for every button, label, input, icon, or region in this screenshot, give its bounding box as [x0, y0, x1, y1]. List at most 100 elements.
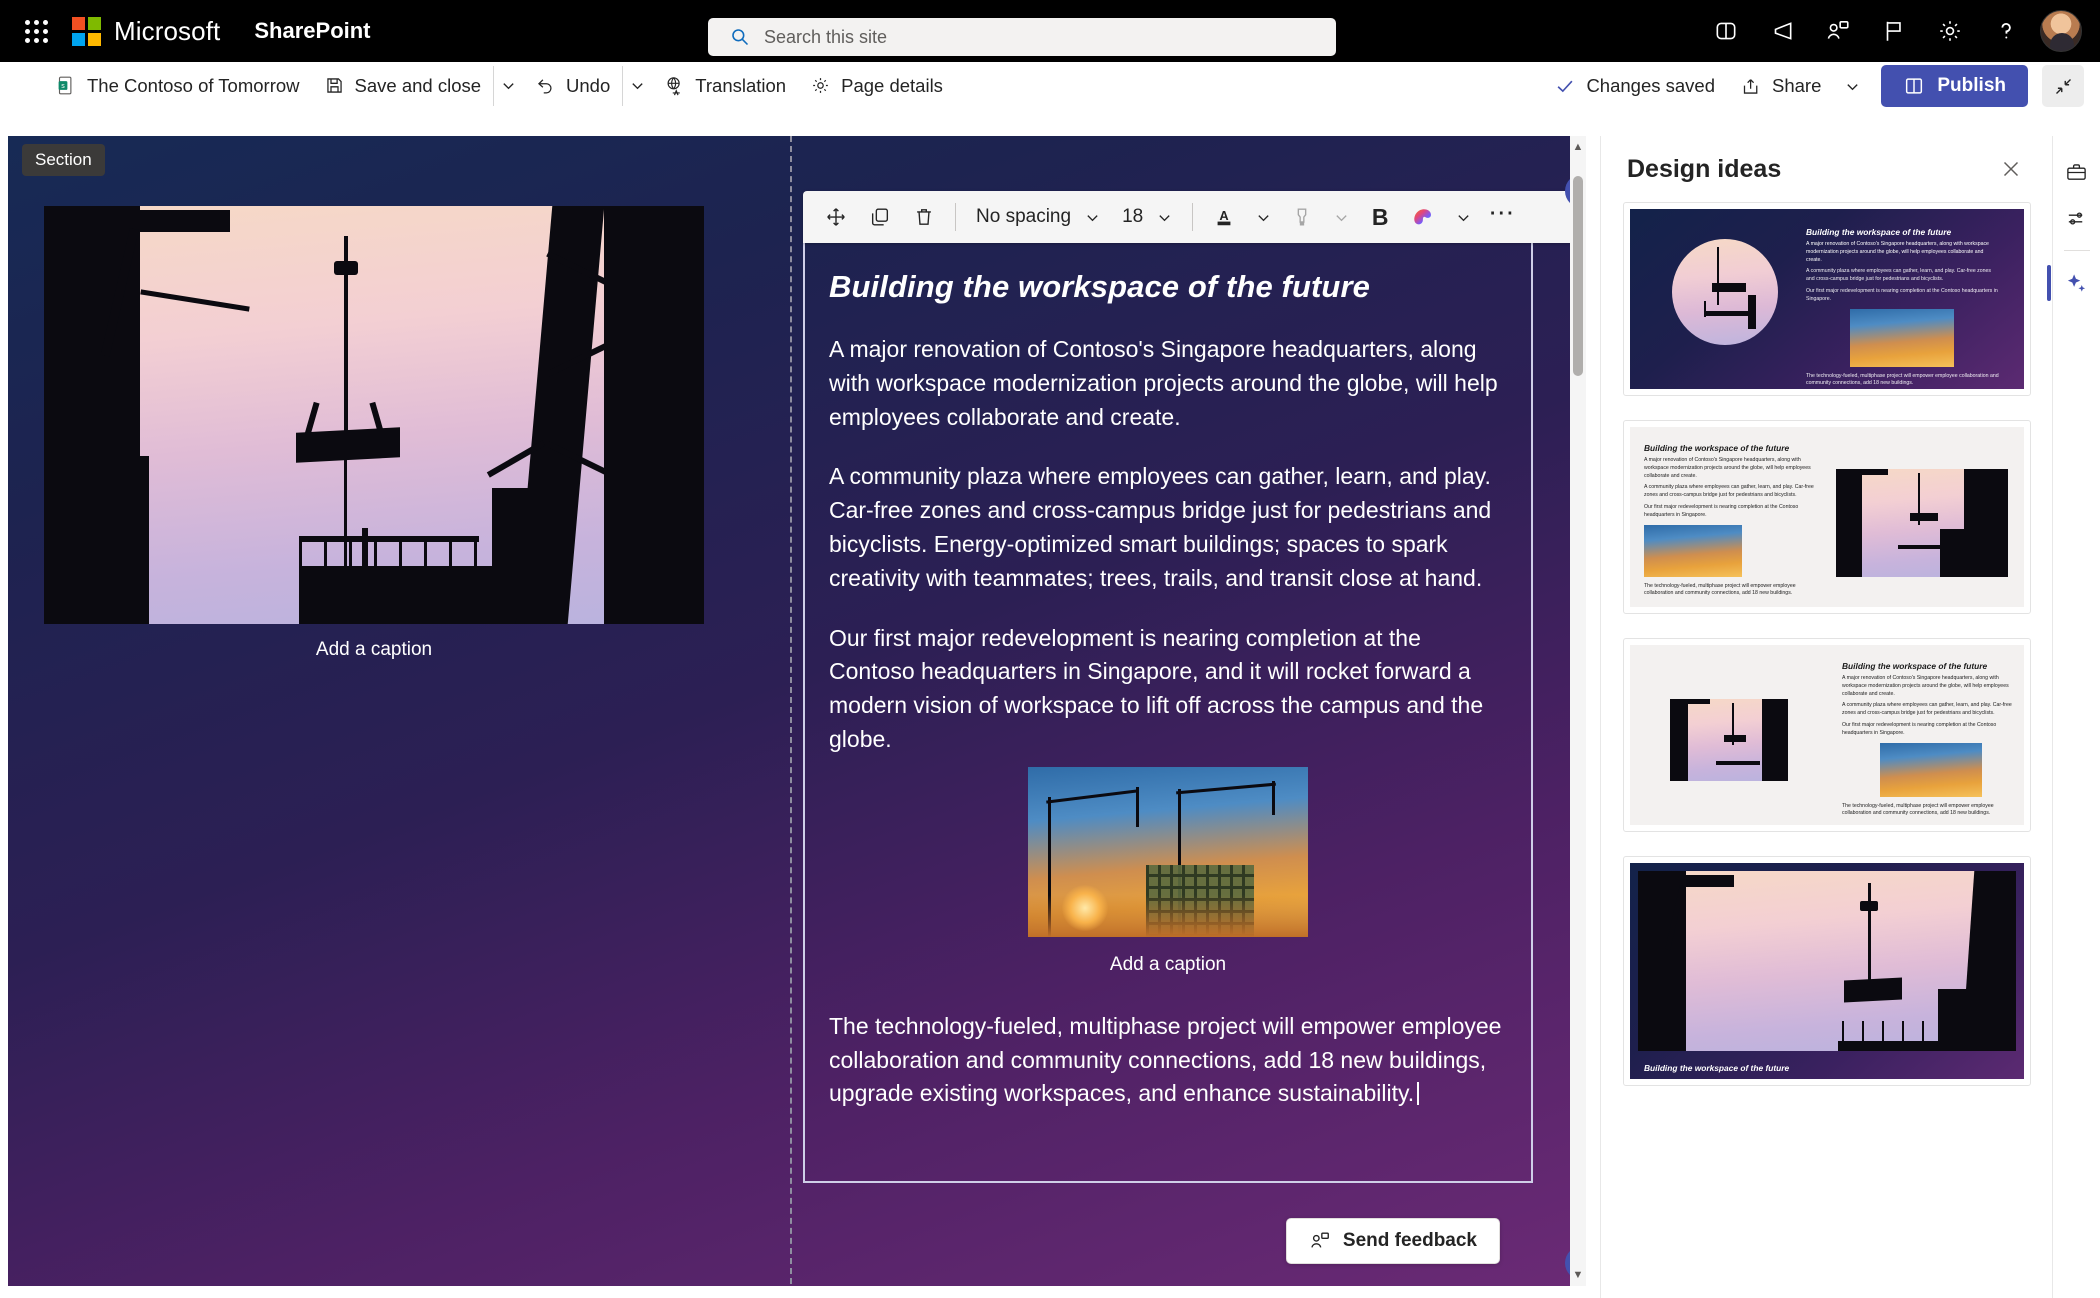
copilot-icon[interactable] [1403, 196, 1445, 238]
page-settings-icon[interactable] [2057, 198, 2097, 238]
more-options-icon[interactable]: ⋯ [1481, 196, 1523, 238]
search-container [708, 18, 1336, 56]
canvas-scrollbar[interactable]: ▲ ▼ [1570, 136, 1586, 1286]
inline-image[interactable] [1028, 766, 1308, 937]
font-size-dropdown[interactable]: 18 [1112, 197, 1182, 237]
paragraph-style-dropdown[interactable]: No spacing [966, 197, 1110, 237]
toolbox-icon[interactable] [2057, 152, 2097, 192]
hero-image-caption[interactable]: Add a caption [44, 639, 704, 661]
left-column[interactable]: Add a caption [44, 206, 744, 661]
highlight-icon[interactable] [1281, 196, 1323, 238]
avatar[interactable] [2040, 10, 2082, 52]
publish-label: Publish [1937, 75, 2006, 96]
send-feedback-button[interactable]: Send feedback [1285, 1218, 1500, 1264]
paragraph-final[interactable]: The technology-fueled, multiphase projec… [829, 1010, 1507, 1111]
move-handle-icon[interactable] [815, 196, 857, 238]
design-idea-body: A major renovation of Contoso's Singapor… [1644, 457, 1811, 479]
undo-button[interactable]: Undo [523, 66, 622, 106]
microsoft-logo[interactable]: Microsoft [72, 16, 220, 47]
font-color-chevron[interactable] [1247, 197, 1279, 237]
hero-image[interactable] [44, 206, 704, 624]
text-webpart[interactable]: + No spacing 18 A [790, 136, 1570, 1284]
webpart-title[interactable]: Building the workspace of the future [829, 269, 1507, 305]
publish-button[interactable]: Publish [1881, 65, 2028, 107]
inline-image-caption[interactable]: Add a caption [1110, 954, 1226, 976]
rail-divider [2063, 250, 2090, 251]
check-icon [1557, 80, 1573, 93]
design-idea-card[interactable]: Building the workspace of the future A m… [1623, 638, 2031, 832]
sharepoint-page-icon: s [58, 76, 72, 95]
design-idea-title: Building the workspace of the future [1644, 1063, 1790, 1073]
design-idea-title: Building the workspace of the future [1842, 661, 1988, 671]
microsoft-wordmark: Microsoft [114, 15, 221, 46]
paragraph-3[interactable]: Our first major redevelopment is nearing… [829, 622, 1507, 757]
design-idea-card[interactable]: Building the workspace of the future [1623, 856, 2031, 1086]
paragraph-1[interactable]: A major renovation of Contoso's Singapor… [829, 333, 1507, 434]
help-icon[interactable] [1978, 3, 2034, 59]
save-and-close-button[interactable]: Save and close [312, 66, 494, 106]
design-idea-body: A major renovation of Contoso's Singapor… [1806, 241, 1989, 263]
design-idea-title: Building the workspace of the future [1644, 443, 1790, 453]
search-icon [732, 29, 749, 46]
inline-image-block[interactable]: Add a caption [829, 766, 1507, 976]
megaphone-icon[interactable] [1754, 3, 1810, 59]
design-idea-body: A major renovation of Contoso's Singapor… [1842, 675, 2009, 697]
chevron-down-icon [1847, 83, 1858, 90]
chevron-down-icon [1087, 214, 1098, 221]
canvas-scrollbar-thumb[interactable] [1573, 176, 1583, 376]
app-launcher-icon[interactable] [14, 9, 58, 53]
toolbar-divider [955, 203, 956, 231]
design-idea-text: Building the workspace of the future A m… [1806, 227, 1999, 387]
undo-chevron[interactable] [622, 65, 652, 106]
page-name-item[interactable]: s The Contoso of Tomorrow [44, 66, 312, 106]
feedback-icon[interactable] [1810, 3, 1866, 59]
svg-text:s: s [61, 83, 65, 90]
chevron-down-icon [503, 83, 514, 90]
save-icon [326, 78, 342, 93]
share-label: Share [1772, 75, 1822, 96]
add-section-bottom-button[interactable]: + [1565, 1246, 1570, 1280]
font-color-icon[interactable]: A [1203, 196, 1245, 238]
send-feedback-label: Send feedback [1342, 1230, 1477, 1251]
page-name-label: The Contoso of Tomorrow [87, 74, 300, 96]
design-idea-text: Building the workspace of the future A m… [1644, 443, 1820, 598]
undo-icon [538, 79, 552, 94]
paragraph-2[interactable]: A community plaza where employees can ga… [829, 460, 1507, 595]
command-bar-right: Changes saved Share Publish [1544, 62, 2084, 110]
copilot-chevron[interactable] [1447, 197, 1479, 237]
toolbar-divider [1192, 203, 1194, 231]
design-idea-text: Building the workspace of the future A m… [1842, 661, 2018, 818]
close-icon[interactable] [1994, 152, 2028, 186]
translation-button[interactable]: Translation [652, 66, 798, 106]
search-input[interactable] [708, 18, 1336, 56]
highlight-chevron[interactable] [1325, 197, 1357, 237]
save-and-close-chevron[interactable] [493, 65, 523, 106]
share-icon [1743, 78, 1758, 94]
settings-gear-icon[interactable] [1922, 3, 1978, 59]
design-idea-preview: Building the workspace of the future [1630, 863, 2024, 1079]
design-panel-title: Design ideas [1627, 154, 1782, 183]
bold-button[interactable]: B [1359, 196, 1401, 238]
right-rail [2046, 136, 2100, 1298]
app-name-sharepoint[interactable]: SharePoint [254, 18, 370, 44]
collapse-button[interactable] [2042, 65, 2084, 107]
scroll-up-arrow[interactable]: ▲ [1570, 138, 1586, 156]
page-canvas[interactable]: Section Add a caption No spacing 18 A B … [8, 136, 1570, 1286]
share-chevron[interactable] [1837, 66, 1867, 106]
chevron-down-icon [1258, 214, 1269, 221]
duplicate-icon[interactable] [859, 196, 901, 238]
design-idea-card[interactable]: Building the workspace of the future A m… [1623, 420, 2031, 614]
suite-bar: Microsoft SharePoint [0, 0, 2100, 62]
delete-icon[interactable] [903, 196, 945, 238]
design-ideas-panel: Design ideas Building the workspace of t… [1600, 136, 2052, 1298]
scroll-down-arrow[interactable]: ▼ [1570, 1266, 1586, 1284]
teams-icon[interactable] [1698, 3, 1754, 59]
share-button[interactable]: Share [1729, 66, 1833, 106]
design-ideas-sparkle-icon[interactable] [2046, 263, 2097, 303]
flag-icon[interactable] [1866, 3, 1922, 59]
paragraph-style-value: No spacing [976, 206, 1072, 227]
design-idea-card[interactable]: Building the workspace of the future A m… [1623, 202, 2031, 396]
design-idea-preview: Building the workspace of the future A m… [1630, 645, 2024, 825]
text-webpart-body[interactable]: Building the workspace of the future A m… [803, 243, 1533, 1183]
page-details-button[interactable]: Page details [798, 66, 955, 106]
